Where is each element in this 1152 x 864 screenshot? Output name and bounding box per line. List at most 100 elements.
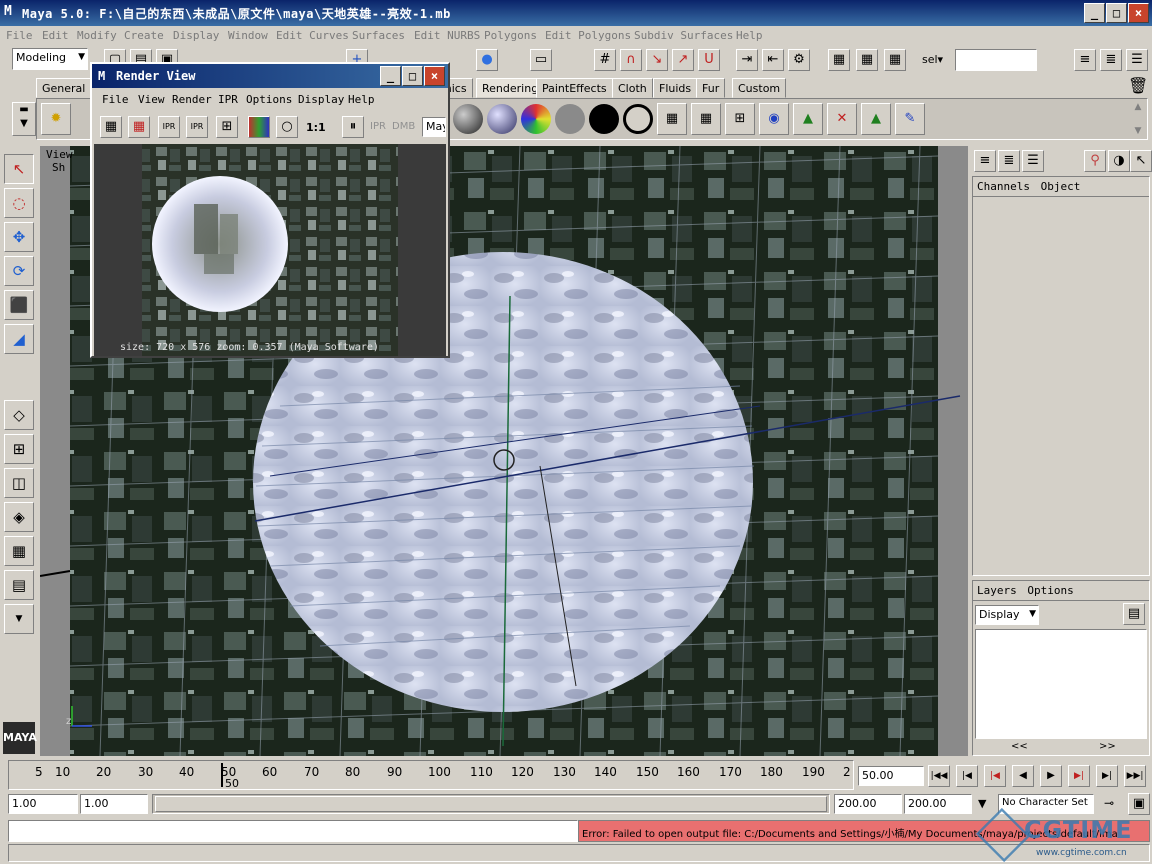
menu-window[interactable]: Window xyxy=(228,29,268,42)
playback-start-field[interactable]: 1.00 xyxy=(80,794,148,814)
rv-refresh-ipr-icon[interactable]: IPR xyxy=(186,116,208,138)
tripod-icon[interactable]: ⚲ xyxy=(1084,150,1106,172)
menu-file[interactable]: File xyxy=(6,29,33,42)
paint-brush-icon[interactable]: ✎ xyxy=(895,103,925,135)
rv-menu-options[interactable]: Options xyxy=(246,93,292,106)
current-time-marker[interactable] xyxy=(221,763,223,787)
rv-ipr-icon[interactable]: IPR xyxy=(158,116,180,138)
pick-arrow-icon[interactable]: ↖ xyxy=(1130,150,1152,172)
menu-help[interactable]: Help xyxy=(736,29,763,42)
play-forward-icon[interactable]: ▶ xyxy=(1040,765,1062,787)
single-pane-layout-icon[interactable]: ◇ xyxy=(4,400,34,430)
shelf-tab-general[interactable]: General xyxy=(36,78,92,98)
render-frame-icon[interactable]: ▦ xyxy=(828,49,850,71)
lock-icon[interactable]: ▭ xyxy=(530,49,552,71)
render-view-window[interactable]: M Render View _ □ × File View Render IPR… xyxy=(90,62,450,358)
menu-subdiv-surfaces[interactable]: Subdiv Surfaces xyxy=(634,29,733,42)
ipr-clapper-icon[interactable]: ▦ xyxy=(691,103,721,135)
render-view-title-bar[interactable]: M Render View _ □ × xyxy=(92,64,448,88)
shader-ball-lambert-icon[interactable] xyxy=(555,104,585,134)
curve-snap-icon[interactable]: ∩ xyxy=(620,49,642,71)
shelf-menu-button[interactable]: ▬ ▼ xyxy=(12,102,36,136)
rv-menu-help[interactable]: Help xyxy=(348,93,375,106)
shelf-tab-fluids[interactable]: Fluids xyxy=(653,78,698,98)
attribute-editor-toggle-icon[interactable]: ≡ xyxy=(1074,49,1096,71)
magnet-icon[interactable]: U xyxy=(698,49,720,71)
current-time-field[interactable]: 50.00 xyxy=(858,766,924,786)
shelf-tab-custom[interactable]: Custom xyxy=(732,78,787,98)
outliner-layout-icon[interactable]: ▤ xyxy=(4,570,34,600)
layers-menu[interactable]: Layers xyxy=(977,584,1017,597)
rv-menu-render[interactable]: Render xyxy=(172,93,212,106)
rv-menu-ipr[interactable]: IPR xyxy=(218,93,238,106)
range-bar[interactable] xyxy=(152,794,830,814)
sel-dropdown-label[interactable]: sel▾ xyxy=(922,53,943,66)
playback-end-field[interactable]: 200.00 xyxy=(834,794,902,814)
rv-menu-view[interactable]: View xyxy=(138,93,165,106)
channels-menu[interactable]: Channels xyxy=(977,180,1030,193)
layer-display-dropdown[interactable]: Display ▼ xyxy=(975,605,1039,625)
lasso-tool-icon[interactable]: ◌ xyxy=(4,188,34,218)
batch-render-icon[interactable]: ⊞ xyxy=(725,103,755,135)
rv-minimize-button[interactable]: _ xyxy=(380,66,401,86)
menu-edit-curves[interactable]: Edit Curves xyxy=(276,29,349,42)
range-bar-handle[interactable] xyxy=(155,796,827,812)
select-tool-icon[interactable]: ↖ xyxy=(4,154,34,184)
render-layer-icon[interactable]: ▲ xyxy=(861,103,891,135)
tool-settings-toggle-icon[interactable]: ≣ xyxy=(1100,49,1122,71)
menu-edit[interactable]: Edit xyxy=(42,29,69,42)
attribute-list-icon[interactable]: ≣ xyxy=(998,150,1020,172)
rv-alpha-channel-icon[interactable]: ○ xyxy=(276,116,298,138)
ipr-render-icon[interactable]: ▦ xyxy=(856,49,878,71)
four-pane-layout-icon[interactable]: ⊞ xyxy=(4,434,34,464)
delete-render-icon[interactable]: ✕ xyxy=(827,103,857,135)
sphere-shade-icon[interactable]: ◑ xyxy=(1108,150,1130,172)
rv-redo-render-icon[interactable]: ▦ xyxy=(128,116,150,138)
shelf-tab-cloth[interactable]: Cloth xyxy=(612,78,653,98)
construction-history-icon[interactable]: ⚙ xyxy=(788,49,810,71)
menu-edit-polygons[interactable]: Edit Polygons xyxy=(545,29,631,42)
step-forward-frame-icon[interactable]: ▶| xyxy=(1096,765,1118,787)
layer-list[interactable] xyxy=(975,629,1147,739)
go-to-end-icon[interactable]: ▶▶| xyxy=(1124,765,1146,787)
rv-pause-icon[interactable]: ⏸ xyxy=(342,116,364,138)
hypershade-layout-icon[interactable]: ▦ xyxy=(4,536,34,566)
menu-surfaces[interactable]: Surfaces xyxy=(352,29,405,42)
rv-menu-display[interactable]: Display xyxy=(298,93,344,106)
rv-render-icon[interactable]: ▦ xyxy=(100,116,122,138)
start-time-field[interactable]: 1.00 xyxy=(8,794,78,814)
manipulator-tool-icon[interactable]: ◢ xyxy=(4,324,34,354)
menu-edit-nurbs[interactable]: Edit NURBS xyxy=(414,29,480,42)
step-back-frame-icon[interactable]: |◀ xyxy=(956,765,978,787)
rv-real-size-button[interactable]: 1:1 xyxy=(306,121,326,134)
scroll-right-button[interactable]: >> xyxy=(1099,741,1116,752)
shader-ball-ramp-icon[interactable] xyxy=(521,104,551,134)
rv-menu-file[interactable]: File xyxy=(102,93,129,106)
trash-icon[interactable]: 🗑 xyxy=(1128,76,1148,95)
menu-display[interactable]: Display xyxy=(173,29,219,42)
play-backward-icon[interactable]: ◀ xyxy=(1012,765,1034,787)
scale-tool-icon[interactable]: ⬛ xyxy=(4,290,34,320)
shader-ball-blinn-icon[interactable] xyxy=(453,104,483,134)
mode-dropdown[interactable]: Modeling ▼ xyxy=(12,48,88,70)
channel-box-toggle-icon[interactable]: ☰ xyxy=(1126,49,1148,71)
time-ruler[interactable]: 5 10 20 30 40 50 60 70 80 90 100 110 120… xyxy=(8,760,854,790)
persp-graph-layout-icon[interactable]: ◈ xyxy=(4,502,34,532)
new-layer-icon[interactable]: ▤ xyxy=(1123,603,1145,625)
object-menu[interactable]: Object xyxy=(1041,180,1081,193)
step-back-key-icon[interactable]: |◀ xyxy=(984,765,1006,787)
step-forward-key-icon[interactable]: ▶| xyxy=(1068,765,1090,787)
mel-command-input[interactable] xyxy=(8,820,578,842)
layout-menu-icon[interactable]: ▼ xyxy=(4,604,34,634)
options-menu[interactable]: Options xyxy=(1027,584,1073,597)
shelf-tab-rendering[interactable]: Rendering xyxy=(476,78,545,98)
two-pane-layout-icon[interactable]: ◫ xyxy=(4,468,34,498)
rv-close-button[interactable]: × xyxy=(424,66,445,86)
end-time-field[interactable]: 200.00 xyxy=(904,794,972,814)
shader-ball-phong-icon[interactable] xyxy=(487,104,517,134)
rv-maximize-button[interactable]: □ xyxy=(402,66,423,86)
rotate-tool-icon[interactable]: ⟳ xyxy=(4,256,34,286)
shader-ball-outline-icon[interactable] xyxy=(623,104,653,134)
go-to-start-icon[interactable]: |◀◀ xyxy=(928,765,950,787)
render-clapper-icon[interactable]: ▦ xyxy=(657,103,687,135)
